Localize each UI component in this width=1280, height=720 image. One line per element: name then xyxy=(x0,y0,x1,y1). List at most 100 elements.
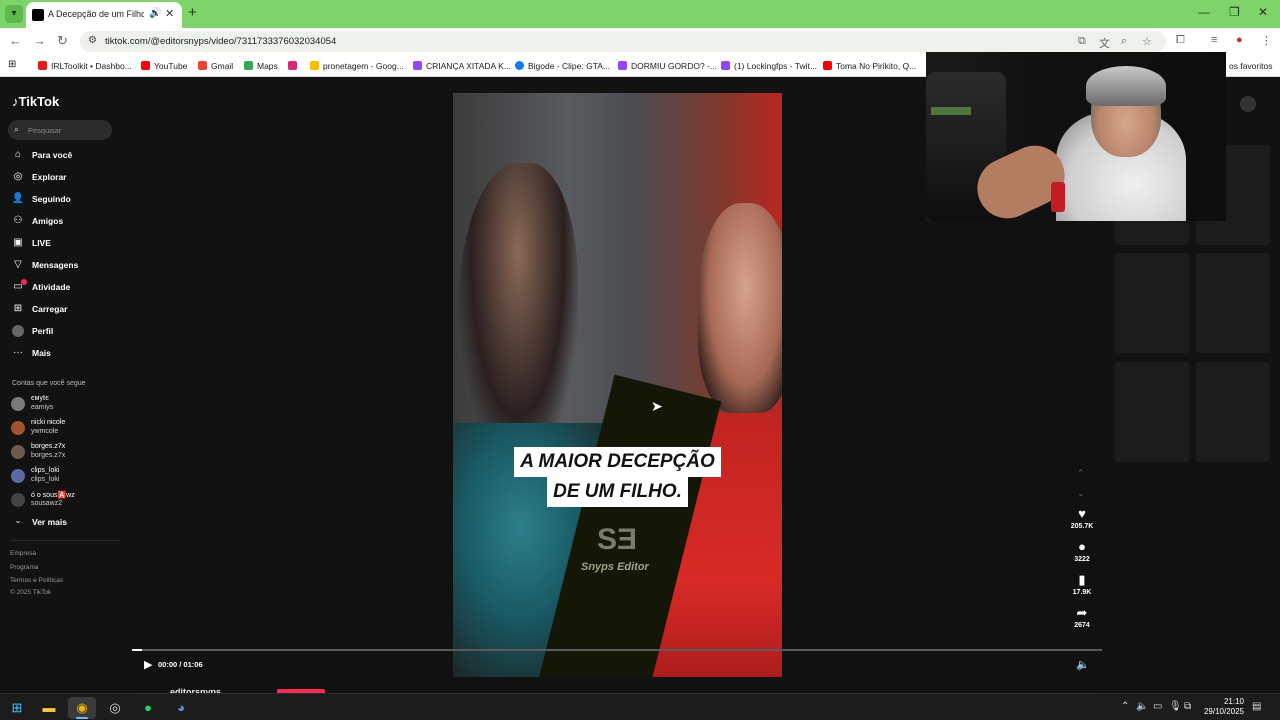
tray-expand-icon[interactable]: ⌃ xyxy=(1121,701,1129,712)
following-account[interactable]: ó o sous🅰️wz sousawz2 xyxy=(11,490,121,510)
footer-copyright: © 2025 TikTok xyxy=(10,589,52,596)
caption-line-1: A MAIOR DECEPÇÃO xyxy=(514,447,721,477)
nav-atividade[interactable]: ▭ Atividade xyxy=(11,279,121,296)
footer-link-termos[interactable]: Termos e Políticas xyxy=(10,577,63,584)
close-window-button[interactable]: ✕ xyxy=(1258,5,1268,19)
volume-icon[interactable]: 🔈 xyxy=(1076,658,1090,671)
extensions-icon[interactable]: ⧠ xyxy=(1176,34,1185,47)
start-button[interactable]: ⊞ xyxy=(3,697,31,719)
active-tab[interactable]: A Decepção de um Filho co 🔊 ✕ xyxy=(26,2,182,28)
bookmark-crianca[interactable]: CRIANÇA XITADA K... xyxy=(413,61,511,71)
bookmark-lockingfps[interactable]: (1) Lockingfps - Twit... xyxy=(721,61,817,71)
spotify-icon[interactable]: ● xyxy=(134,697,162,719)
cast-icon[interactable]: ⧉ xyxy=(1078,35,1086,48)
translate-icon[interactable]: 文 xyxy=(1099,35,1110,51)
profile-icon xyxy=(12,325,24,337)
notifications-icon[interactable]: ▤ xyxy=(1252,701,1261,712)
network-icon[interactable]: ⧉ xyxy=(1184,701,1191,712)
facebook-icon xyxy=(515,61,524,70)
nav-para-voce[interactable]: ⌂ Para você xyxy=(11,148,121,164)
live-icon: ▣ xyxy=(13,237,23,248)
webcam-can xyxy=(1051,182,1065,212)
file-explorer-icon[interactable]: ▬ xyxy=(35,697,63,719)
avatar[interactable] xyxy=(1240,96,1256,112)
share-button[interactable]: ➦ 2674 xyxy=(1062,606,1102,630)
play-icon[interactable]: ▶ xyxy=(144,658,152,671)
reload-button[interactable]: ↻ xyxy=(57,33,68,49)
extension-shield-icon[interactable]: ● xyxy=(1236,34,1243,46)
next-video-button[interactable]: ⌄ xyxy=(1077,488,1085,499)
video-frame[interactable]: A MAIOR DECEPÇÃO DE UM FILHO. SƎ Snyps E… xyxy=(453,93,782,677)
tab-search-button[interactable]: ▾ xyxy=(5,5,23,23)
nav-mais[interactable]: ··· Mais xyxy=(11,346,121,362)
bookmark-star-icon[interactable]: ☆ xyxy=(1142,35,1152,48)
close-tab-icon[interactable]: ✕ xyxy=(165,7,174,20)
nav-perfil[interactable]: Perfil xyxy=(11,324,121,340)
media-control-icon[interactable]: ≡ xyxy=(1211,34,1217,46)
volume-tray-icon[interactable]: 🔈 xyxy=(1136,701,1148,712)
chrome-icon[interactable]: ◉ xyxy=(68,697,96,719)
bookmark-bigode[interactable]: Bigode - Clipe: GTA... xyxy=(515,61,610,71)
battery-icon[interactable]: ▭ xyxy=(1153,701,1162,712)
bookmark-gmail[interactable]: Gmail xyxy=(198,61,233,71)
taskbar-clock[interactable]: 21:10 29/10/2025 xyxy=(1198,697,1244,717)
video-thumbnail[interactable] xyxy=(1115,253,1189,353)
apps-icon[interactable]: ⊞ xyxy=(8,59,16,70)
footer-link-empresa[interactable]: Empresa xyxy=(10,550,36,557)
avatar xyxy=(11,469,25,483)
menu-icon[interactable]: ⋮ xyxy=(1261,34,1272,47)
webcam-person-hair xyxy=(1086,66,1166,106)
back-button[interactable]: ← xyxy=(9,33,22,48)
forward-button[interactable]: → xyxy=(33,33,46,48)
search-icon: ⌕ xyxy=(14,124,20,134)
video-time: 00:00 / 01:06 xyxy=(158,660,203,669)
nav-explorar[interactable]: ◎ Explorar xyxy=(11,170,121,186)
tiktok-logo[interactable]: ♪TikTok xyxy=(12,94,59,109)
nav-live[interactable]: ▣ LIVE xyxy=(11,236,121,252)
friends-icon: ⚇ xyxy=(13,215,23,226)
microphone-icon[interactable]: 🎙 xyxy=(1169,701,1182,712)
chevron-down-icon: ⌄ xyxy=(14,516,22,525)
video-thumbnail[interactable] xyxy=(1196,362,1270,462)
video-thumbnail[interactable] xyxy=(1115,362,1189,462)
video-progress-bar[interactable] xyxy=(132,649,1102,651)
search-input[interactable]: ⌕ Pesquisar xyxy=(8,120,112,140)
address-bar[interactable]: ⚙ tiktok.com/@editorsnyps/video/73117333… xyxy=(80,31,1166,52)
all-bookmarks[interactable]: os favoritos xyxy=(1229,61,1272,71)
video-thumbnail[interactable] xyxy=(1196,253,1270,353)
nav-carregar[interactable]: ⊞ Carregar xyxy=(11,302,121,318)
save-button[interactable]: ▮ 17.9K xyxy=(1062,573,1102,597)
new-tab-button[interactable]: + xyxy=(188,4,197,21)
following-account[interactable]: borges.z7x borges.z7x xyxy=(11,442,121,462)
like-button[interactable]: ♥ 205.7K xyxy=(1062,507,1102,531)
bookmark-youtube[interactable]: YouTube xyxy=(141,61,187,71)
zoom-icon[interactable]: ⌕ xyxy=(1121,35,1127,48)
bookmark-maps[interactable]: Maps xyxy=(244,61,278,71)
minimize-button[interactable]: — xyxy=(1198,5,1210,19)
bookmark-dormiu[interactable]: DORMIU GORDO? -... xyxy=(618,61,717,71)
following-account[interactable]: nicki nicole ywmcole xyxy=(11,418,121,438)
nav-seguindo[interactable]: 👤 Seguindo xyxy=(11,192,121,208)
see-more-button[interactable]: ⌄ Ver mais xyxy=(11,515,111,529)
site-info-icon[interactable]: ⚙ xyxy=(88,35,97,46)
speaker-icon[interactable]: 🔊 xyxy=(149,8,161,19)
mouse-cursor-icon: ➤ xyxy=(651,398,663,414)
following-account[interactable]: ємуℓє eamiys xyxy=(11,394,121,414)
twitch-icon xyxy=(721,61,730,70)
bookmark-irltoolkit[interactable]: IRLToolkit • Dashbo... xyxy=(38,61,132,71)
obs-icon[interactable]: ◎ xyxy=(101,697,129,719)
nav-amigos[interactable]: ⚇ Amigos xyxy=(11,214,121,230)
bookmark-instagram[interactable] xyxy=(288,61,301,71)
restore-button[interactable]: ❐ xyxy=(1229,5,1240,19)
tiktok-sidebar: ♪TikTok ⌕ Pesquisar ⌂ Para você ◎ Explorar… xyxy=(0,77,132,693)
bookmark-pronetagem[interactable]: pronetagem - Goog... xyxy=(310,61,404,71)
discord-icon[interactable]: ◕ xyxy=(167,697,195,719)
youtube-icon xyxy=(823,61,832,70)
following-account[interactable]: clips_loki clips_loki xyxy=(11,466,121,486)
footer-link-programa[interactable]: Programa xyxy=(10,564,39,571)
nav-mensagens[interactable]: ▽ Mensagens xyxy=(11,258,121,274)
bookmark-toma[interactable]: Toma No Pirikito, Q... xyxy=(823,61,916,71)
video-caption: A MAIOR DECEPÇÃO DE UM FILHO. xyxy=(496,447,739,507)
comment-button[interactable]: ● 3222 xyxy=(1062,540,1102,564)
previous-video-button[interactable]: ⌃ xyxy=(1077,468,1085,479)
